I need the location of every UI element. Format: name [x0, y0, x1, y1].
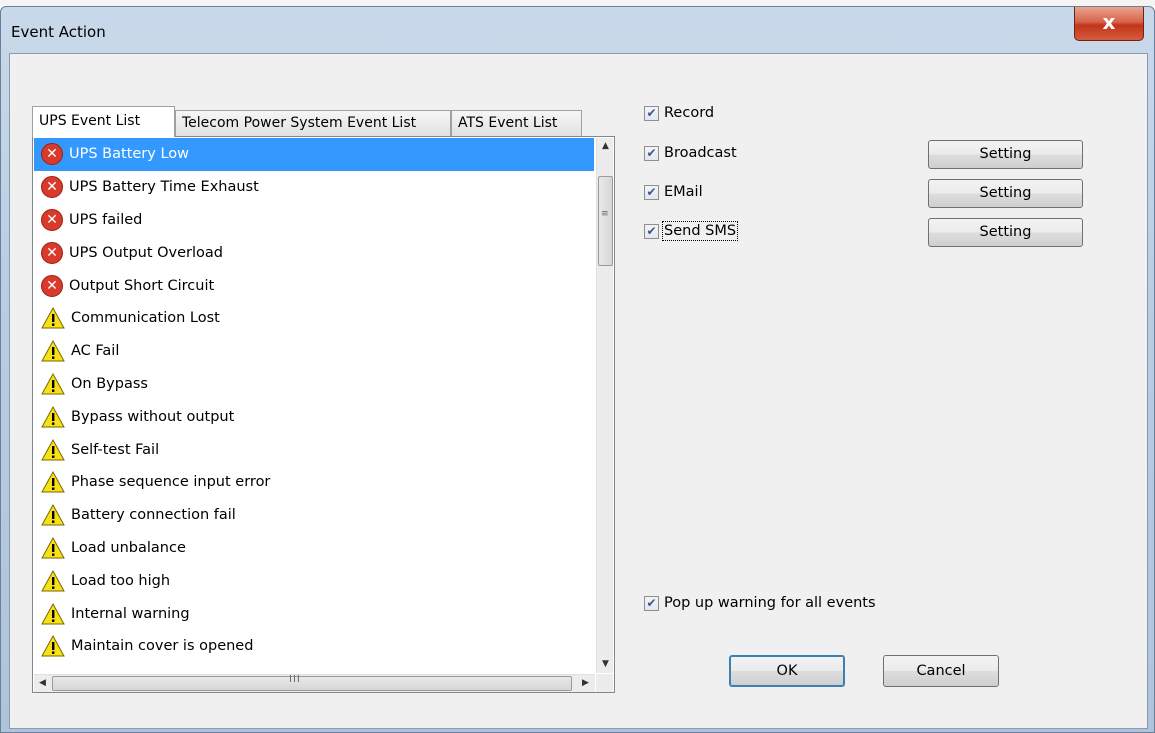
list-item-label: AC Fail	[71, 343, 120, 360]
list-item[interactable]: ✕ UPS failed	[34, 204, 594, 237]
list-item-label: Battery connection fail	[71, 507, 236, 524]
horizontal-scrollbar[interactable]: ◀ III ▶	[34, 674, 595, 692]
broadcast-label: Broadcast	[664, 145, 737, 161]
email-checkbox[interactable]: ✔	[644, 184, 659, 200]
list-item-label: UPS Output Overload	[69, 244, 224, 261]
warning-icon	[41, 504, 65, 526]
tab-ats-event-list[interactable]: ATS Event List	[451, 110, 582, 136]
record-label: Record	[664, 105, 715, 121]
warning-icon	[41, 635, 65, 657]
list-item[interactable]: ✕ Output Short Circuit	[34, 269, 594, 302]
list-item[interactable]: Phase sequence input error	[34, 466, 594, 499]
list-item[interactable]: Communication Lost	[34, 302, 594, 335]
record-checkbox-row[interactable]: ✔ Record	[644, 105, 714, 121]
sms-setting-button[interactable]: Setting	[928, 218, 1083, 247]
email-label: EMail	[664, 184, 703, 200]
tab-label: UPS Event List	[39, 113, 141, 129]
close-icon: x	[1102, 10, 1116, 34]
scroll-up-arrow-icon[interactable]: ▲	[597, 138, 614, 155]
list-item-label: UPS failed	[69, 211, 143, 228]
warning-icon	[41, 307, 65, 329]
vertical-grip-icon: ≡	[601, 209, 609, 219]
warning-icon	[41, 340, 65, 362]
list-item-label: UPS Battery Low	[69, 146, 190, 163]
event-listbox[interactable]: ✕ UPS Battery Low ✕ UPS Battery Time Exhaus…	[32, 136, 615, 693]
error-icon: ✕	[41, 241, 63, 264]
list-item[interactable]: Load unbalance	[34, 532, 594, 565]
title-bar[interactable]: Event Action x	[1, 7, 1154, 53]
list-item[interactable]: ✕ UPS Battery Time Exhaust	[34, 171, 594, 204]
scroll-left-arrow-icon[interactable]: ◀	[34, 675, 51, 692]
broadcast-checkbox[interactable]: ✔	[644, 145, 659, 161]
list-item[interactable]: AC Fail	[34, 335, 594, 368]
popup-warning-checkbox[interactable]: ✔	[644, 595, 659, 611]
error-icon: ✕	[41, 176, 63, 199]
list-item-label: Load too high	[71, 572, 171, 589]
vertical-scrollbar[interactable]: ▲ ≡ ▼	[596, 138, 613, 673]
list-item-label: Self-test Fail	[71, 441, 160, 458]
list-item[interactable]: Bypass without output	[34, 400, 594, 433]
popup-warning-checkbox-row[interactable]: ✔ Pop up warning for all events	[644, 595, 876, 611]
list-item-label: UPS Battery Time Exhaust	[69, 179, 259, 196]
vertical-scroll-thumb[interactable]	[598, 176, 613, 266]
list-item[interactable]: ✕ UPS Battery Low	[34, 138, 594, 171]
tab-label: ATS Event List	[458, 115, 558, 131]
event-action-dialog: Event Action x UPS Event List Telecom Po…	[0, 6, 1155, 733]
list-item[interactable]: Load too high	[34, 564, 594, 597]
list-item-label: Communication Lost	[71, 310, 220, 327]
cancel-button[interactable]: Cancel	[883, 655, 999, 687]
sms-checkbox-row[interactable]: ✔ Send SMS	[644, 221, 739, 241]
warning-icon	[41, 536, 65, 559]
scrollbar-corner	[596, 674, 613, 692]
tab-telecom-power-system-event-list[interactable]: Telecom Power System Event List	[175, 110, 451, 136]
list-item-label: Maintain cover is opened	[71, 638, 254, 655]
scroll-down-arrow-icon[interactable]: ▼	[597, 656, 614, 673]
list-item-label: Phase sequence input error	[71, 474, 271, 491]
list-item-label: Load unbalance	[71, 539, 186, 556]
list-item[interactable]: Battery connection fail	[34, 499, 594, 532]
list-item[interactable]: ✕ UPS Output Overload	[34, 236, 594, 269]
close-button[interactable]: x	[1074, 7, 1144, 41]
list-item[interactable]: Self-test Fail	[34, 433, 594, 466]
sms-checkbox[interactable]: ✔	[644, 223, 659, 239]
list-item-label: Internal warning	[71, 605, 190, 622]
warning-icon	[41, 569, 65, 592]
ok-button[interactable]: OK	[729, 655, 845, 687]
tab-ups-event-list[interactable]: UPS Event List	[32, 106, 175, 137]
popup-warning-label: Pop up warning for all events	[664, 595, 876, 611]
broadcast-setting-button[interactable]: Setting	[928, 140, 1083, 169]
dialog-client-area: UPS Event List Telecom Power System Even…	[9, 53, 1148, 729]
warning-icon	[41, 405, 65, 428]
warning-icon	[41, 372, 65, 395]
list-item[interactable]: Internal warning	[34, 597, 594, 630]
tab-label: Telecom Power System Event List	[182, 115, 417, 131]
email-checkbox-row[interactable]: ✔ EMail	[644, 184, 703, 200]
event-list: ✕ UPS Battery Low ✕ UPS Battery Time Exhaus…	[34, 138, 594, 673]
scroll-right-arrow-icon[interactable]: ▶	[577, 675, 594, 692]
warning-icon	[41, 602, 65, 625]
list-item-label: On Bypass	[71, 375, 148, 392]
email-setting-button[interactable]: Setting	[928, 179, 1083, 208]
warning-icon	[41, 438, 65, 461]
broadcast-checkbox-row[interactable]: ✔ Broadcast	[644, 145, 737, 161]
error-icon: ✕	[41, 208, 63, 231]
error-icon: ✕	[41, 274, 63, 297]
horizontal-scroll-thumb[interactable]	[52, 676, 572, 691]
sms-label: Send SMS	[661, 221, 739, 241]
list-item-label: Output Short Circuit	[69, 277, 215, 294]
list-item[interactable]: Maintain cover is opened	[34, 630, 594, 663]
list-item[interactable]: On Bypass	[34, 368, 594, 401]
list-item-label: Bypass without output	[71, 408, 235, 425]
warning-icon	[41, 471, 65, 493]
horizontal-grip-icon: III	[289, 674, 301, 685]
window-title: Event Action	[11, 23, 106, 41]
record-checkbox[interactable]: ✔	[644, 105, 659, 121]
error-icon: ✕	[41, 143, 63, 166]
